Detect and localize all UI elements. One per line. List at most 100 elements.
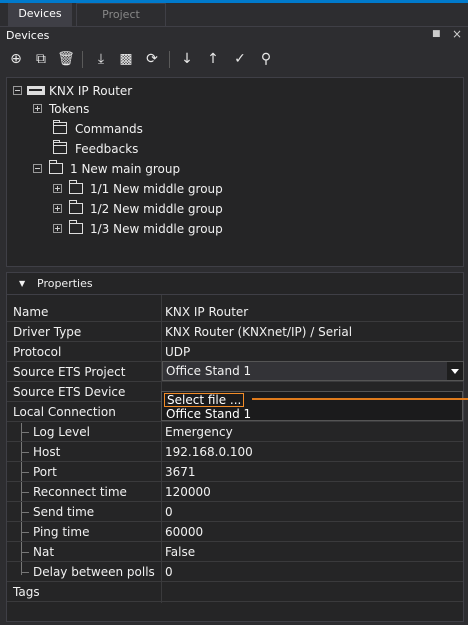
refresh-icon[interactable]: ⟳ — [142, 50, 162, 68]
pin-icon[interactable]: ■ — [432, 29, 441, 39]
properties-title: Properties — [37, 277, 93, 290]
property-value: KNX Router (KNXnet/IP) / Serial — [165, 325, 353, 339]
dropdown-option-office-stand[interactable]: Office Stand 1 — [166, 407, 251, 421]
tree-guide-tick — [21, 452, 29, 453]
property-key: Delay between polls — [33, 565, 155, 579]
property-value: KNX IP Router — [165, 305, 249, 319]
toolbar-separator — [82, 51, 83, 68]
folder-icon — [69, 180, 83, 194]
property-key: Name — [13, 305, 49, 319]
search-icon[interactable]: ⚲ — [256, 50, 276, 68]
device-tree: KNX IP Router Tokens Commands Feedbacks … — [6, 77, 464, 267]
property-key: Nat — [33, 545, 55, 559]
close-icon[interactable]: × — [452, 27, 462, 41]
tree-guide-tick — [21, 532, 29, 533]
folder-icon — [69, 220, 83, 234]
select-value: Office Stand 1 — [166, 364, 252, 378]
tree-guide-tick — [21, 432, 29, 433]
property-row-ping-time[interactable]: Ping time 60000 — [7, 522, 463, 542]
property-value: 192.168.0.100 — [165, 445, 253, 459]
tree-guide-tick — [21, 512, 29, 513]
collapse-icon[interactable] — [33, 164, 42, 173]
collapse-icon[interactable] — [13, 86, 22, 95]
ets-project-dropdown-list: Select file ... Office Stand 1 — [161, 391, 463, 421]
tab-devices[interactable]: Devices — [8, 3, 72, 26]
expand-icon[interactable] — [53, 224, 62, 233]
add-icon[interactable]: ⊕ — [6, 50, 26, 68]
property-row-driver-type[interactable]: Driver Type KNX Router (KNXnet/IP) / Ser… — [7, 322, 463, 342]
tree-node-label: Commands — [75, 122, 143, 136]
tab-project-tokens[interactable]: Project tokens — [76, 3, 166, 43]
dropdown-option-select-file[interactable]: Select file ... — [164, 393, 245, 407]
toolbar: ⊕ ⧉ 🗑 ⤓ ▩ ⟳ ↓ ↑ ✓ ⚲ — [0, 44, 468, 74]
property-value: 60000 — [165, 525, 204, 539]
tree-node-label: Tokens — [49, 102, 90, 116]
property-value: 0 — [165, 565, 173, 579]
clean-icon[interactable]: ✓ — [230, 50, 250, 68]
tree-node-label: 1 New main group — [70, 162, 181, 176]
property-key: Protocol — [13, 345, 62, 359]
chevron-down-icon: ▼ — [19, 279, 26, 288]
property-row-send-time[interactable]: Send time 0 — [7, 502, 463, 522]
property-key: Reconnect time — [33, 485, 127, 499]
property-row-source-ets-project[interactable]: Source ETS Project Office Stand 1 — [7, 361, 464, 382]
copy-icon[interactable]: ⧉ — [31, 50, 51, 68]
move-up-icon[interactable]: ↑ — [203, 50, 223, 68]
property-row-nat[interactable]: Nat False — [7, 542, 463, 562]
tab-bar: Devices Project tokens — [0, 3, 468, 43]
property-value: 0 — [165, 505, 173, 519]
property-row-protocol[interactable]: Protocol UDP — [7, 342, 463, 362]
tree-guide-tick — [21, 572, 29, 573]
properties-panel: ▼ Properties Name KNX IP Router Driver T… — [6, 272, 464, 622]
property-value: False — [165, 545, 196, 559]
tree-node-label: Feedbacks — [75, 142, 139, 156]
property-key: Source ETS Device — [13, 385, 126, 399]
delete-icon[interactable]: 🗑 — [56, 50, 76, 68]
feedbacks-icon — [53, 140, 67, 154]
properties-header[interactable]: ▼ Properties — [7, 273, 463, 295]
property-key: Source ETS Project — [13, 365, 126, 379]
panel-header: Devices ■ × — [0, 26, 468, 44]
property-row-name[interactable]: Name KNX IP Router — [7, 302, 463, 322]
property-key: Host — [33, 445, 61, 459]
expand-icon[interactable] — [53, 204, 62, 213]
tree-node-label: KNX IP Router — [49, 84, 133, 98]
folder-icon — [69, 200, 83, 214]
expand-icon[interactable] — [53, 184, 62, 193]
property-row-host[interactable]: Host 192.168.0.100 — [7, 442, 463, 462]
property-key: Send time — [33, 505, 95, 519]
expand-icon[interactable] — [33, 104, 42, 113]
tree-guide-tick — [21, 492, 29, 493]
source-ets-project-select[interactable]: Office Stand 1 — [162, 361, 464, 381]
property-row-log-level[interactable]: Log Level Emergency — [7, 422, 463, 442]
property-key: Driver Type — [13, 325, 82, 339]
property-row-delay-between-polls[interactable]: Delay between polls 0 — [7, 562, 463, 582]
tree-guide-tick — [21, 472, 29, 473]
property-key: Ping time — [33, 525, 90, 539]
property-key: Tags — [13, 585, 40, 599]
property-key: Port — [33, 465, 57, 479]
device-settings-icon[interactable]: ▩ — [116, 50, 136, 68]
router-icon — [27, 86, 45, 95]
chevron-down-icon[interactable] — [447, 362, 463, 380]
property-row-reconnect-time[interactable]: Reconnect time 120000 — [7, 482, 463, 502]
property-value: 120000 — [165, 485, 211, 499]
tree-node-label: 1/1 New middle group — [90, 182, 223, 196]
commands-icon — [53, 120, 67, 134]
tree-guide-tick — [21, 552, 29, 553]
property-value: Emergency — [165, 425, 233, 439]
property-value: 3671 — [165, 465, 196, 479]
move-down-icon[interactable]: ↓ — [177, 50, 197, 68]
property-key: Log Level — [33, 425, 90, 439]
property-row-port[interactable]: Port 3671 — [7, 462, 463, 482]
toolbar-separator — [169, 51, 170, 68]
panel-title: Devices — [6, 29, 50, 42]
property-row-tags[interactable]: Tags — [7, 582, 463, 602]
import-icon[interactable]: ⤓ — [91, 50, 111, 68]
tree-node-label: 1/3 New middle group — [90, 222, 223, 236]
highlight-arrow — [252, 398, 468, 400]
tree-node-label: 1/2 New middle group — [90, 202, 223, 216]
property-value: UDP — [165, 345, 191, 359]
property-key: Local Connection — [13, 405, 116, 419]
folder-icon — [49, 160, 63, 174]
